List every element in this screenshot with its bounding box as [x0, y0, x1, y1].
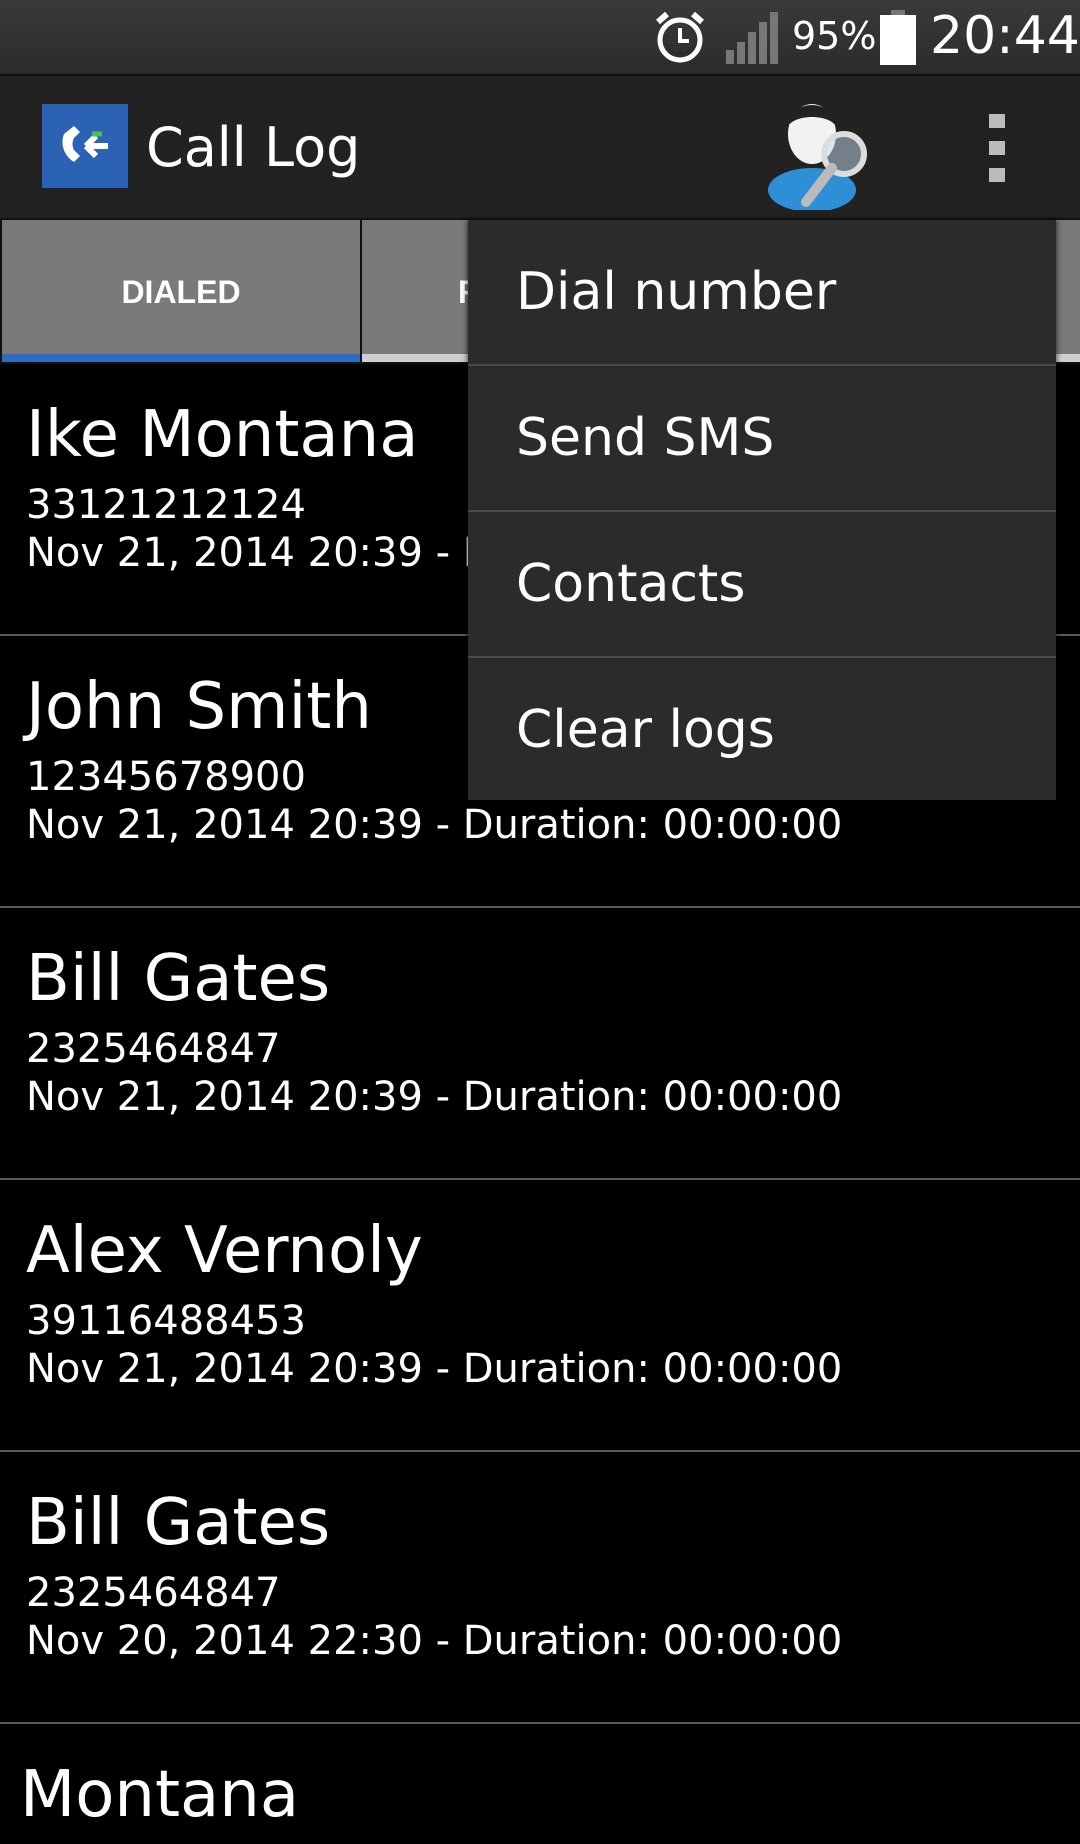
call-details: Nov 21, 2014 20:39 - Duration: 00:00:00 [26, 802, 843, 848]
tab-dialed[interactable]: DIALED [2, 220, 360, 362]
list-item[interactable]: Bill Gates 2325464847 Nov 20, 2014 22:30… [0, 1452, 1080, 1724]
menu-item-label: Dial number [516, 262, 837, 322]
battery-icon [880, 10, 916, 65]
overflow-popup-menu: Dial number Send SMS Contacts Clear logs [468, 220, 1056, 800]
call-details: Nov 21, 2014 20:39 - Duration: 00:00:00 [26, 1074, 843, 1120]
list-item[interactable]: Alex Vernoly 39116488453 Nov 21, 2014 20… [0, 1180, 1080, 1452]
contact-name: John Smith [26, 670, 372, 744]
signal-icon [726, 12, 778, 64]
list-item[interactable]: Montana [0, 1724, 1080, 1844]
menu-item-label: Clear logs [516, 700, 775, 760]
menu-item-label: Send SMS [516, 408, 775, 468]
clock: 20:44 [930, 6, 1080, 66]
tab-label: DIALED [121, 274, 241, 310]
phone-number: 12345678900 [26, 754, 306, 800]
contact-name: Bill Gates [26, 942, 331, 1016]
contact-search-icon[interactable] [762, 90, 882, 210]
call-details: Nov 20, 2014 22:30 - Duration: 00:00:00 [26, 1618, 843, 1664]
contact-name: Alex Vernoly [26, 1214, 423, 1288]
list-item[interactable]: Bill Gates 2325464847 Nov 21, 2014 20:39… [0, 908, 1080, 1180]
status-bar: 95% 20:44 [0, 0, 1080, 76]
battery-percent: 95% [792, 14, 877, 58]
overflow-menu-icon[interactable] [982, 114, 1012, 184]
phone-number: 2325464847 [26, 1026, 281, 1072]
app-call-log-icon[interactable] [42, 104, 128, 188]
app-title: Call Log [146, 116, 361, 179]
menu-item-label: Contacts [516, 554, 746, 614]
contact-name: Bill Gates [26, 1486, 331, 1560]
contact-name: Montana [20, 1758, 300, 1832]
menu-item-dial-number[interactable]: Dial number [468, 220, 1056, 366]
phone-number: 39116488453 [26, 1298, 306, 1344]
action-bar: Call Log [0, 76, 1080, 218]
alarm-icon [656, 11, 704, 63]
contact-name: Ike Montana [26, 398, 419, 472]
phone-number: 2325464847 [26, 1570, 281, 1616]
call-details: Nov 21, 2014 20:39 - Duration: 00:00:00 [26, 1346, 843, 1392]
menu-item-send-sms[interactable]: Send SMS [468, 366, 1056, 512]
phone-number: 33121212124 [26, 482, 306, 528]
menu-item-contacts[interactable]: Contacts [468, 512, 1056, 658]
call-details: Nov 21, 2014 20:39 - Du [26, 530, 519, 576]
menu-item-clear-logs[interactable]: Clear logs [468, 658, 1056, 802]
